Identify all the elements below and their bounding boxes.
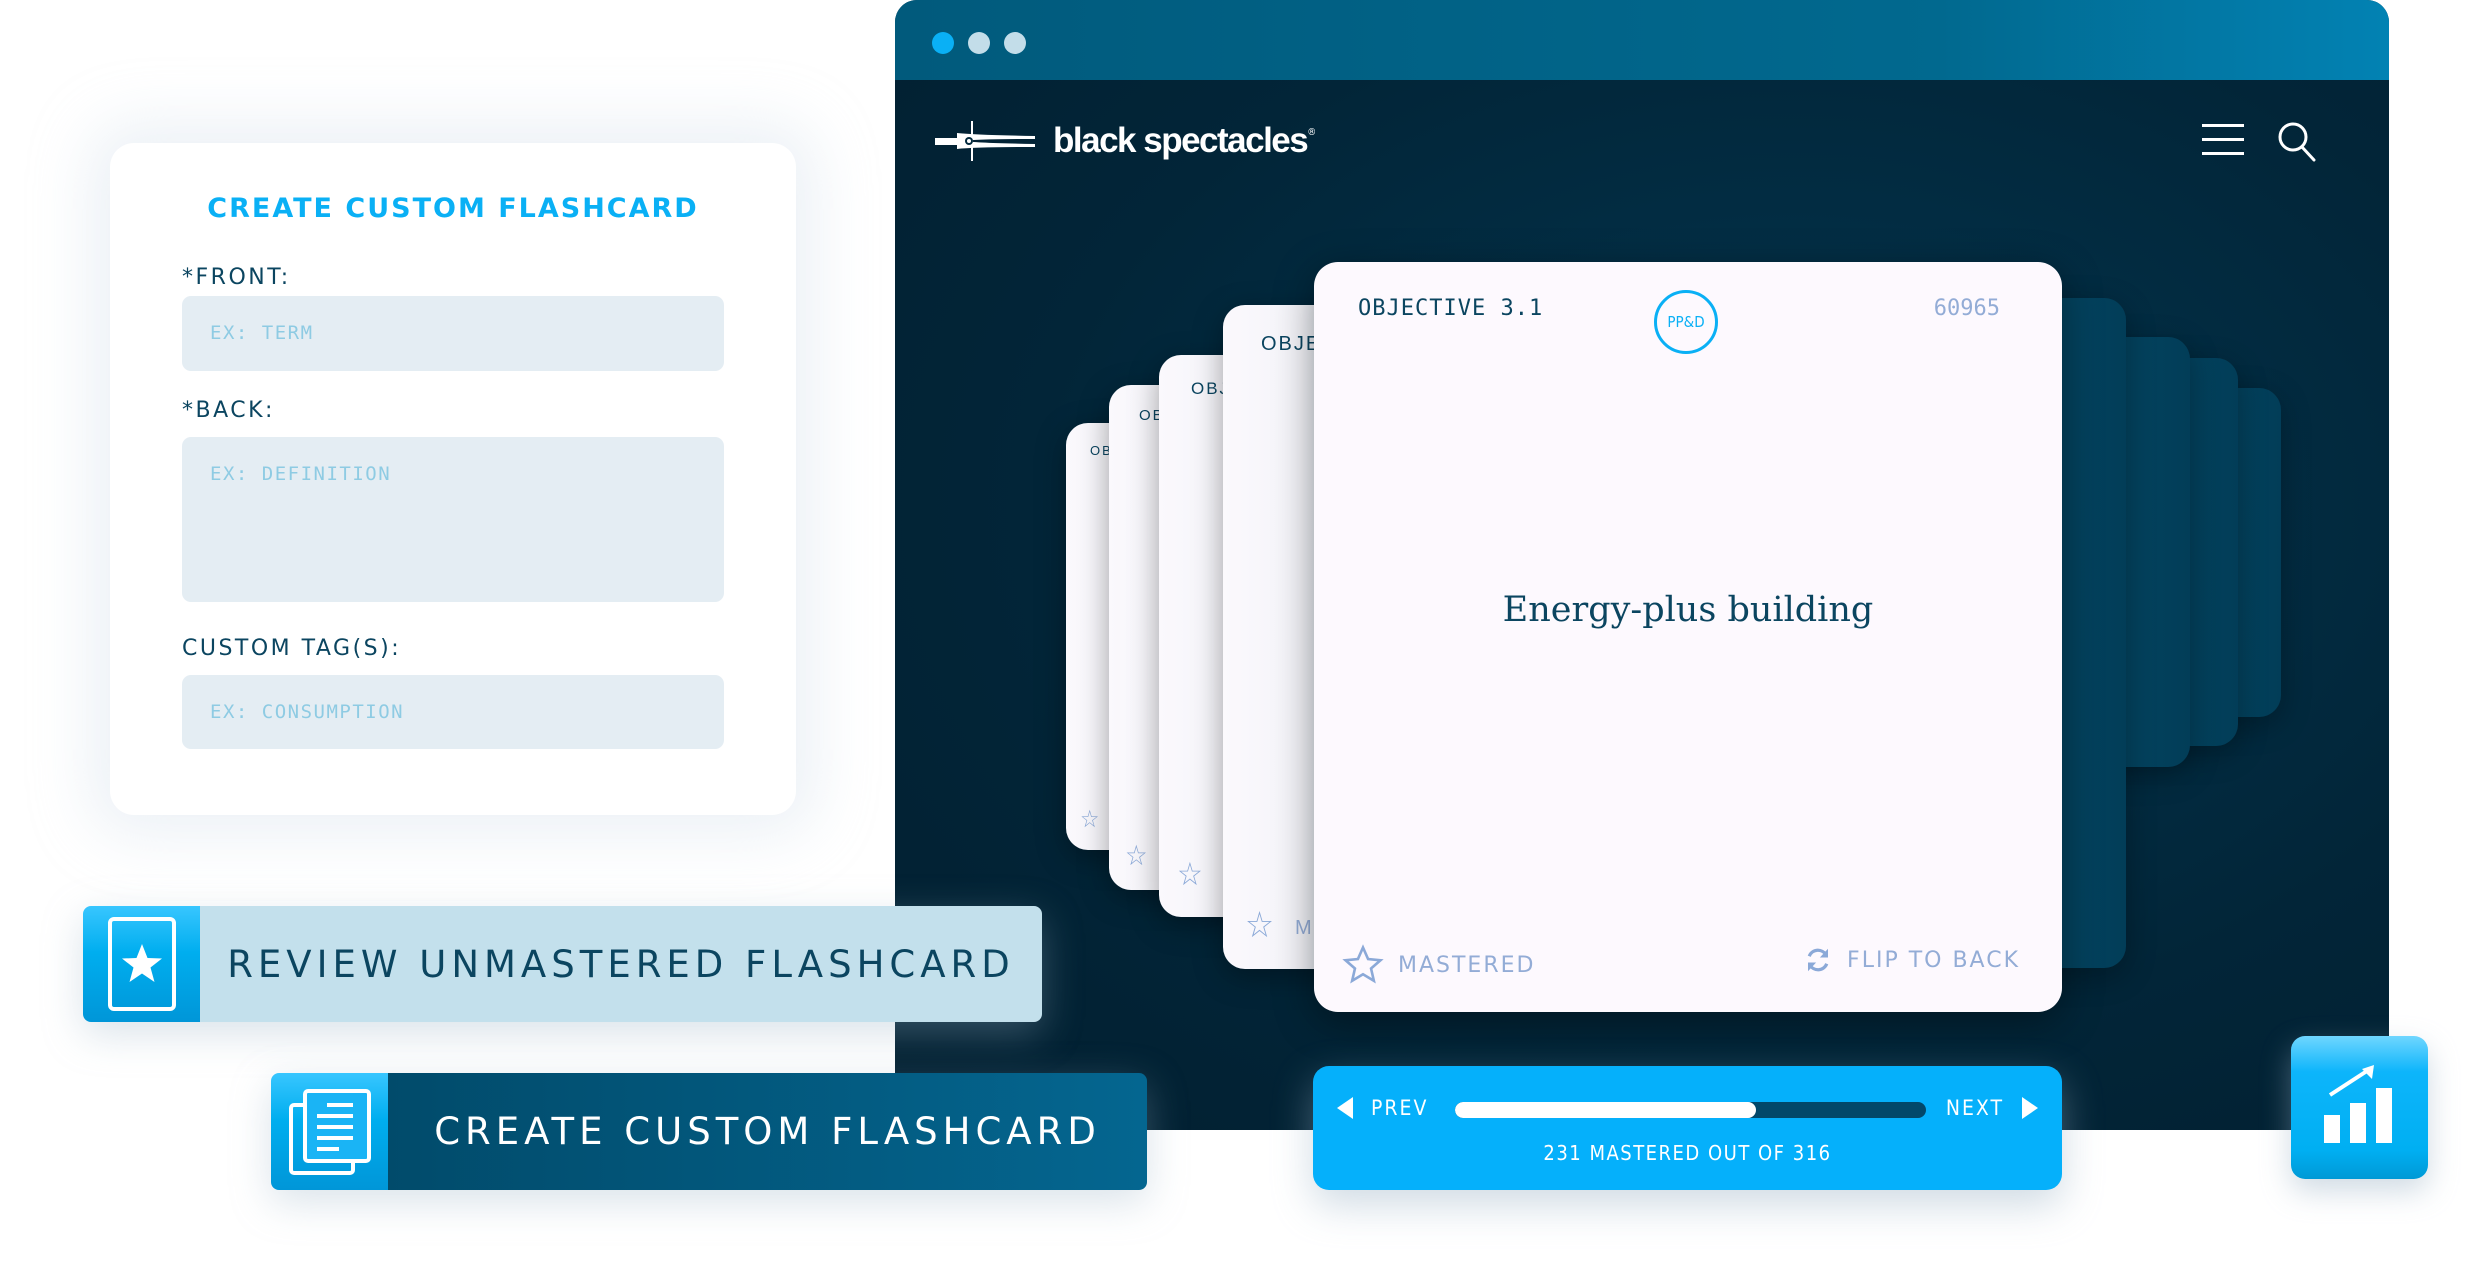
triangle-right-icon <box>2022 1097 2038 1119</box>
mastery-progress-fill <box>1455 1102 1757 1118</box>
front-input[interactable]: EX: TERM <box>182 296 724 371</box>
back-placeholder: EX: DEFINITION <box>210 463 392 485</box>
review-icon-panel <box>83 906 200 1022</box>
prev-label: PREV <box>1371 1096 1429 1120</box>
refresh-icon <box>1807 948 1829 972</box>
window-titlebar <box>895 0 2389 80</box>
next-label: NEXT <box>1945 1096 2004 1120</box>
mastered-toggle[interactable]: MASTERED <box>1342 944 1535 986</box>
brand-logo[interactable]: black spectacles ® <box>935 118 1316 164</box>
card-id: 60965 <box>1933 296 2000 321</box>
search-icon[interactable] <box>2276 120 2318 162</box>
mastered-label: MASTERED <box>1398 952 1536 978</box>
prev-button[interactable]: PREV <box>1337 1096 1428 1120</box>
mastery-status: 231 MASTERED OUT OF 316 <box>1543 1141 1832 1165</box>
tags-placeholder: EX: CONSUMPTION <box>210 701 405 723</box>
create-flashcard-form: CREATE CUSTOM FLASHCARD *FRONT: EX: TERM… <box>110 143 796 815</box>
tags-input[interactable]: EX: CONSUMPTION <box>182 675 724 749</box>
category-badge-label: PP&D <box>1667 313 1705 331</box>
stack-card-label: OBJE <box>1261 333 1322 355</box>
hamburger-icon[interactable] <box>2202 124 2244 156</box>
review-unmastered-button[interactable]: REVIEW UNMASTERED FLASHCARD <box>83 906 1042 1022</box>
card-objective: OBJECTIVE 3.1 <box>1358 296 1544 321</box>
bar-chart-growth-icon <box>2323 1064 2392 1143</box>
window-dot-minimize[interactable] <box>968 32 990 54</box>
star-card-icon <box>107 917 176 1011</box>
create-icon-panel <box>271 1073 388 1190</box>
flip-to-back-button[interactable]: FLIP TO BACK <box>1803 944 2020 976</box>
stack-card-footer: M <box>1295 917 1314 939</box>
star-outline-icon <box>1342 944 1384 984</box>
front-placeholder: EX: TERM <box>210 322 314 344</box>
star-icon: ☆ <box>1177 855 1203 893</box>
create-custom-flashcard-button[interactable]: CREATE CUSTOM FLASHCARD <box>271 1073 1147 1190</box>
front-label: *FRONT: <box>182 265 291 290</box>
mastery-progress-bar <box>1455 1102 1926 1118</box>
flip-label: FLIP TO BACK <box>1847 947 2020 973</box>
review-label: REVIEW UNMASTERED FLASHCARD <box>200 906 1042 1022</box>
star-icon: ☆ <box>1125 839 1148 872</box>
create-label: CREATE CUSTOM FLASHCARD <box>388 1073 1147 1190</box>
form-title: CREATE CUSTOM FLASHCARD <box>207 193 699 224</box>
star-icon: ☆ <box>1080 805 1100 833</box>
triangle-left-icon <box>1337 1097 1353 1119</box>
back-textarea[interactable]: EX: DEFINITION <box>182 437 724 602</box>
card-term: Energy-plus building <box>1502 590 1874 630</box>
stats-button[interactable] <box>2291 1036 2428 1179</box>
document-stack-icon <box>288 1088 371 1175</box>
flashcard[interactable]: OBJECTIVE 3.1 PP&D 60965 Energy-plus bui… <box>1314 262 2062 1012</box>
window-dot-maximize[interactable] <box>1004 32 1026 54</box>
flashcard-navigation: PREV NEXT 231 MASTERED OUT OF 316 <box>1313 1066 2062 1190</box>
compass-logo-icon <box>935 121 1035 161</box>
window-dot-close[interactable] <box>932 32 954 54</box>
star-icon: ☆ <box>1245 905 1275 946</box>
next-button[interactable]: NEXT <box>1946 1096 2038 1120</box>
back-label: *BACK: <box>182 398 275 423</box>
registered-mark: ® <box>1307 126 1317 138</box>
tags-label: CUSTOM TAG(S): <box>182 636 402 661</box>
brand-name: black spectacles <box>1053 121 1309 160</box>
category-badge: PP&D <box>1654 290 1718 354</box>
